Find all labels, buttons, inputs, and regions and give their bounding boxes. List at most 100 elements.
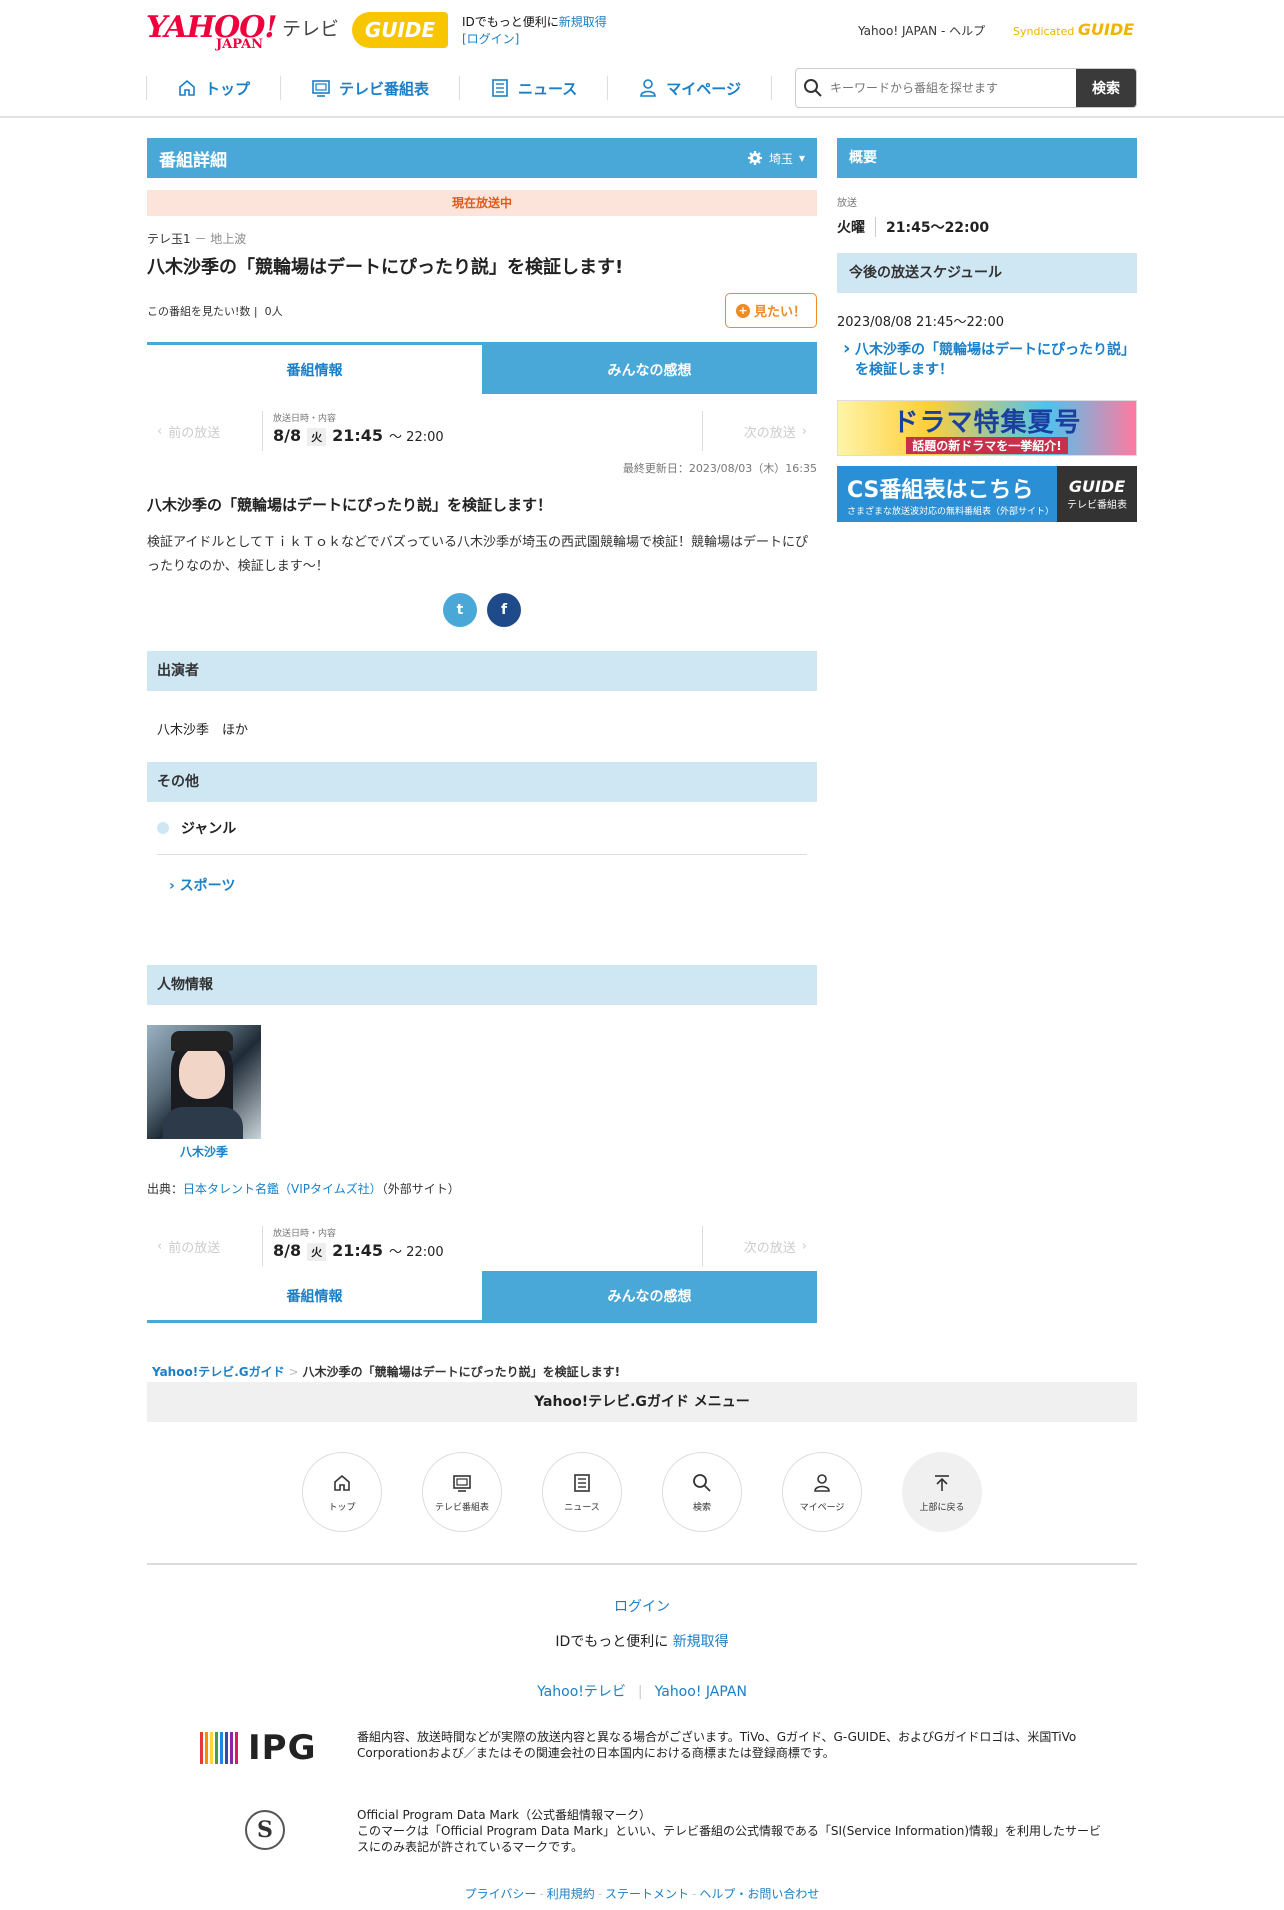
news-icon: [492, 79, 508, 97]
search-icon: [796, 69, 830, 107]
person-photo: [147, 1025, 261, 1139]
footer-link-yahoo-tv[interactable]: Yahoo!テレビ: [537, 1684, 626, 1700]
broadcast-nav: ‹ 前の放送 放送日時・内容 8/8 火 21:45 ～ 22:00 次の放送 ›: [147, 406, 817, 456]
tv-logo-text[interactable]: テレビ: [282, 14, 339, 41]
talent-directory-link[interactable]: 日本タレント名鑑（VIPタイムズ社）: [183, 1182, 382, 1196]
footer-link-yahoo-japan[interactable]: Yahoo! JAPAN: [655, 1684, 747, 1700]
id-promo: IDでもっと便利に新規取得 [ログイン]: [462, 15, 607, 46]
bullet-icon: [157, 822, 169, 834]
drama-special-banner[interactable]: ドラマ特集夏号 話題の新ドラマを一挙紹介!: [837, 400, 1137, 456]
program-tabs-bottom: 番組情報 みんなの感想: [147, 1271, 817, 1323]
next-broadcast[interactable]: 次の放送 ›: [702, 411, 817, 451]
privacy-link[interactable]: プライバシー: [465, 1887, 537, 1901]
prev-broadcast-bottom[interactable]: ‹ 前の放送: [147, 1237, 262, 1256]
footer-login-link[interactable]: ログイン: [0, 1596, 1284, 1616]
statement-link[interactable]: ステートメント: [605, 1887, 689, 1901]
breadcrumb-root[interactable]: Yahoo!テレビ.Gガイド: [152, 1365, 285, 1379]
tab-reviews[interactable]: みんなの感想: [482, 345, 817, 394]
footer-menu-top[interactable]: トップ: [302, 1452, 382, 1532]
help-link[interactable]: ヘルプ: [949, 24, 985, 38]
nav-top[interactable]: トップ: [146, 76, 280, 100]
cs-guide-banner[interactable]: CS番組表はこちら さまざまな放送波対応の無料番組表（外部サイト） GUIDE …: [837, 466, 1137, 522]
nav-mypage[interactable]: マイページ: [607, 76, 772, 100]
on-air-badge: 現在放送中: [147, 190, 817, 216]
nav-news[interactable]: ニュース: [459, 76, 607, 100]
trademark-note: 番組内容、放送時間などが実際の放送内容と異なる場合がございます。TiVo、Gガイ…: [357, 1730, 1077, 1760]
footer-signup-link[interactable]: 新規取得: [673, 1634, 729, 1650]
chevron-left-icon: ‹: [157, 423, 163, 439]
search-input[interactable]: [830, 69, 1076, 107]
detail-heading: 番組詳細: [159, 150, 227, 171]
want-count: この番組を見たい!数 | 0人: [147, 304, 283, 318]
want-button[interactable]: + 見たい！: [724, 293, 817, 328]
breadcrumb: Yahoo!テレビ.Gガイド > 八木沙季の「競輪場はデートにぴったり説」を検証しま…: [152, 1365, 621, 1379]
tv-icon: [312, 80, 330, 97]
tab-program-info-bottom[interactable]: 番組情報: [147, 1271, 482, 1320]
schedule-heading: 今後の放送スケジュール: [837, 253, 1137, 293]
footer-menu-tv-guide[interactable]: テレビ番組表: [422, 1452, 502, 1532]
broadcast-slot: 火曜 21:45～22:00: [837, 217, 1137, 237]
chevron-right-icon: ›: [801, 423, 807, 439]
home-icon: [334, 1474, 350, 1491]
people-heading: 人物情報: [147, 965, 817, 1005]
help-contact-link[interactable]: ヘルプ・お問い合わせ: [699, 1887, 819, 1901]
site-header: YAHOO! JAPAN テレビ GUIDE IDでもっと便利に新規取得 [ログ…: [0, 0, 1284, 118]
footer-menu-back-to-top[interactable]: 上部に戻る: [902, 1452, 982, 1532]
user-icon: [640, 79, 657, 97]
facebook-icon[interactable]: f: [487, 593, 521, 627]
footer-links: Yahoo!テレビ | Yahoo! JAPAN: [537, 1684, 747, 1700]
region-selector[interactable]: 埼玉 ▾: [747, 150, 805, 167]
genre-link-sports[interactable]: › スポーツ: [169, 875, 795, 895]
tab-reviews-bottom[interactable]: みんなの感想: [482, 1271, 817, 1320]
want-row: この番組を見たい!数 | 0人 + 見たい！: [147, 293, 817, 328]
gguide-logo[interactable]: GUIDE: [352, 12, 448, 48]
search-box: 検索: [795, 68, 1137, 108]
gguide-logo-small: GUIDE テレビ番組表: [1057, 466, 1137, 522]
prev-broadcast[interactable]: ‹ 前の放送: [147, 422, 262, 441]
footer-menu-news[interactable]: ニュース: [542, 1452, 622, 1532]
yahoo-japan-link[interactable]: Yahoo! JAPAN: [858, 24, 937, 38]
footer-menu-mypage[interactable]: マイページ: [782, 1452, 862, 1532]
footer-bottom-links: プライバシー - 利用規約 - ステートメント - ヘルプ・お問い合わせ: [464, 1887, 820, 1901]
channel-info: テレ玉1 － 地上波: [147, 232, 247, 246]
broadcast-datetime: 放送日時・内容 8/8 火 21:45 ～ 22:00: [262, 411, 702, 451]
search-icon: [693, 1473, 711, 1492]
ipg-logo: IPG: [200, 1728, 316, 1768]
detail-header: 番組詳細 埼玉 ▾: [147, 138, 817, 178]
broadcast-nav-bottom: ‹ 前の放送 放送日時・内容 8/8 火 21:45 ～ 22:00 次の放送 ›: [147, 1221, 817, 1271]
schedule-link[interactable]: 八木沙季の「競輪場はデートにぴったり説」を検証します！: [837, 339, 1137, 380]
main-nav: トップ テレビ番組表 ニュース マイページ: [146, 70, 772, 106]
description-body: 検証アイドルとしてＴｉｋＴｏｋなどでバズっている八木沙季が埼玉の西武園競輪場で検…: [147, 535, 809, 574]
program-tabs: 番組情報 みんなの感想: [147, 342, 817, 394]
nav-tv-guide[interactable]: テレビ番組表: [280, 76, 459, 100]
program-detail: 番組詳細 埼玉 ▾ 現在放送中 テレ玉1 － 地上波 八木沙季の「競輪場はデート…: [147, 138, 817, 1380]
syndicated-gguide-logo: Syndicated GUIDE: [1013, 20, 1135, 39]
yahoo-logo[interactable]: YAHOO! JAPAN: [146, 10, 278, 52]
footer-menu-title: Yahoo!テレビ.Gガイド メニュー: [147, 1382, 1137, 1422]
cast-names: 八木沙季 ほか: [157, 723, 249, 738]
footer-menu-search[interactable]: 検索: [662, 1452, 742, 1532]
chevron-right-icon: ›: [801, 1238, 807, 1254]
login-link[interactable]: [ログイン]: [462, 32, 519, 46]
search-button[interactable]: 検索: [1076, 69, 1136, 107]
sidebar: 概要 放送 火曜 21:45～22:00 今後の放送スケジュール 2023/08…: [837, 138, 1137, 522]
signup-link[interactable]: 新規取得: [559, 15, 607, 29]
terms-link[interactable]: 利用規約: [547, 1887, 595, 1901]
tab-program-info[interactable]: 番組情報: [147, 345, 482, 394]
user-icon: [814, 1473, 830, 1492]
breadcrumb-current: 八木沙季の「競輪場はデートにぴったり説」を検証します!: [302, 1365, 621, 1379]
ipg-bars: [200, 1732, 238, 1764]
top-links: Yahoo! JAPAN - ヘルプ: [858, 24, 986, 38]
share-buttons: t f: [147, 593, 817, 627]
person-card[interactable]: 八木沙季: [147, 1025, 261, 1160]
cast-heading: 出演者: [147, 651, 817, 691]
next-broadcast-bottom[interactable]: 次の放送 ›: [702, 1226, 817, 1266]
broadcast-label: 放送: [837, 198, 857, 209]
news-icon: [574, 1473, 590, 1492]
chevron-right-icon: ›: [169, 878, 180, 894]
home-icon: [179, 79, 195, 96]
twitter-icon[interactable]: t: [443, 593, 477, 627]
person-name: 八木沙季: [179, 1145, 228, 1159]
broadcast-datetime-bottom: 放送日時・内容 8/8 火 21:45 ～ 22:00: [262, 1226, 702, 1266]
other-heading: その他: [147, 762, 817, 802]
